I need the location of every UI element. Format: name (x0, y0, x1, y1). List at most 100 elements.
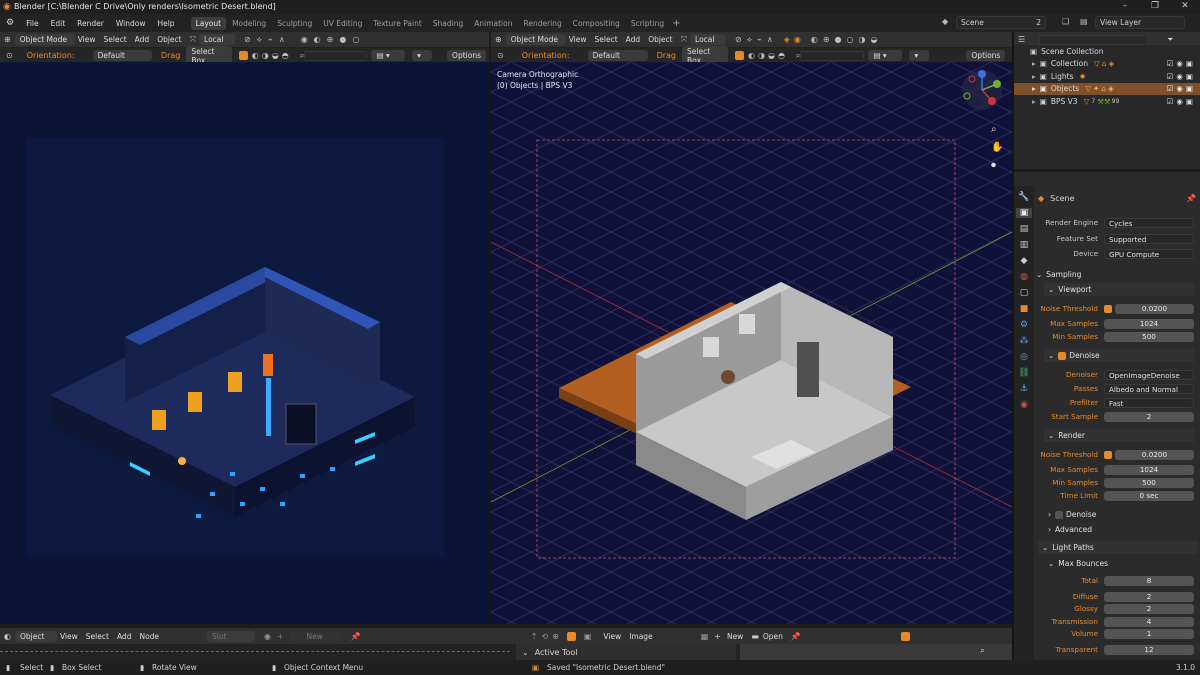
data-tab-icon[interactable]: ⚓ (1020, 384, 1028, 394)
blender-menu-icon[interactable]: ⚙ (6, 18, 14, 28)
collection-tab-icon[interactable]: ▢ (1020, 288, 1029, 298)
outliner-item-objects[interactable]: ▸ ▣ Objects ▽✦⌂◈ ☑◉▣ (1014, 82, 1200, 95)
outliner-item-lights[interactable]: ▸ ▣ Lights ✹ ☑◉▣ (1014, 70, 1200, 83)
tool-tab-icon[interactable]: 🔧 (1018, 192, 1029, 202)
search-field[interactable] (304, 50, 368, 61)
total-field[interactable]: 8 (1104, 575, 1194, 586)
zoom-icon-image[interactable]: ⌕ (980, 646, 985, 656)
render-engine-select[interactable]: Cycles (1104, 217, 1194, 228)
search-field-right[interactable] (800, 50, 865, 61)
output-tab-icon[interactable]: ▤ (1020, 224, 1029, 234)
copy-scene-icon[interactable]: ❏ (1062, 17, 1069, 26)
transform-selector[interactable]: Local (199, 34, 236, 45)
options-button[interactable]: Options (447, 50, 486, 61)
vp-noise-threshold-field[interactable]: 0.0200 (1115, 303, 1194, 314)
denoise-checkbox[interactable] (1058, 351, 1067, 360)
passes-select[interactable]: Albedo and Normal (1104, 383, 1194, 394)
image-browse-icon[interactable]: ▦ (701, 632, 709, 641)
menu-view[interactable]: View (78, 35, 96, 44)
pin-icon-bottom[interactable]: 📌 (351, 632, 361, 641)
menu-file[interactable]: File (20, 19, 45, 28)
pivot-selector[interactable]: ▤ ▾ (371, 50, 406, 61)
transform-selector-right[interactable]: Local (690, 34, 727, 45)
visibility-toggles[interactable]: ☑◉▣ (1167, 72, 1196, 81)
denoiser-select[interactable]: OpenImageDenoise (1104, 369, 1194, 380)
slot-selector[interactable]: Slot (207, 630, 256, 642)
overlay-icon[interactable] (566, 631, 576, 641)
render-tab-icon[interactable]: ▣ (1016, 208, 1032, 218)
panel-sampling[interactable]: ⌄ Sampling (1036, 268, 1196, 281)
select-mode-icon[interactable] (238, 51, 248, 60)
zoom-icon[interactable]: ⌕ (991, 124, 997, 135)
add-workspace-icon[interactable]: + (672, 18, 680, 29)
menu-add[interactable]: Add (135, 35, 150, 44)
panel-light-paths[interactable]: ⌄ Light Paths (1038, 541, 1198, 554)
select-mode-icons-right[interactable]: ◐◑◒◓ (748, 51, 788, 60)
expand-arrow-icon[interactable]: ▸ (1032, 72, 1036, 81)
menu-image[interactable]: Image (629, 632, 653, 641)
visibility-icons-right[interactable]: ◐⊕●○◑◒ (811, 35, 883, 44)
modifier-tab-icon[interactable]: ⚙ (1020, 320, 1028, 330)
tab-shading[interactable]: Shading (428, 17, 468, 30)
menu-help[interactable]: Help (151, 19, 180, 28)
expand-arrow-icon[interactable]: ▸ (1032, 97, 1036, 106)
material-tab-icon[interactable]: ◉ (1020, 400, 1028, 410)
menu-add-bottom[interactable]: Add (117, 632, 132, 641)
mode-selector-right[interactable]: Object Mode (505, 34, 566, 45)
minimize-button[interactable]: – (1110, 1, 1140, 13)
noise-threshold-checkbox[interactable] (1104, 304, 1112, 313)
visibility-toggles[interactable]: ☑◉▣ (1167, 59, 1196, 68)
image-editor-icon[interactable]: ▣ (584, 632, 592, 641)
subpanel-denoise[interactable]: ⌄ Denoise (1044, 349, 1194, 362)
left-viewport-render[interactable] (0, 62, 489, 624)
outliner-editor-icon[interactable]: ☰ (1018, 35, 1025, 44)
menu-edit[interactable]: Edit (45, 19, 72, 28)
menu-select-bottom[interactable]: Select (86, 632, 109, 641)
object-tab-icon[interactable]: ■ (1020, 304, 1029, 314)
subpanel-denoise-render[interactable]: › Denoise (1048, 508, 1194, 521)
options-button-right[interactable]: Options (966, 50, 1006, 61)
time-limit-field[interactable]: 0 sec (1104, 490, 1194, 501)
menu-object-right[interactable]: Object (648, 35, 672, 44)
physics-tab-icon[interactable]: ◎ (1020, 352, 1028, 362)
tab-modeling[interactable]: Modeling (227, 17, 271, 30)
subpanel-viewport[interactable]: ⌄ Viewport (1044, 283, 1194, 296)
r-noise-threshold-checkbox[interactable] (1104, 450, 1112, 459)
scene-tab-icon[interactable]: ◆ (1021, 256, 1028, 266)
close-button[interactable]: ✕ (1170, 1, 1200, 13)
pin-icon[interactable]: 📌 (1186, 194, 1196, 203)
start-sample-field[interactable]: 2 (1104, 411, 1194, 422)
snapping-icons-right[interactable]: ⊘⟡⌁∧ (735, 35, 778, 45)
snap-selector[interactable]: ▾ (412, 50, 433, 61)
filter-icon[interactable]: ⏷ (1167, 35, 1173, 45)
prefilter-select[interactable]: Fast (1104, 397, 1194, 408)
world-tab-icon[interactable]: ◍ (1020, 272, 1028, 282)
visibility-toggles[interactable]: ☑◉▣ (1167, 84, 1196, 93)
snap-icons-bottom[interactable]: ⇡⟲⊕ (531, 632, 563, 641)
subpanel-render[interactable]: ⌄ Render (1044, 429, 1194, 442)
add-image-icon[interactable]: + (714, 632, 721, 641)
active-tool-panel[interactable]: ⌄ Active Tool (516, 644, 736, 660)
gizmo-icons-right[interactable]: ◈◉ (784, 35, 805, 44)
subpanel-max-bounces[interactable]: ⌄ Max Bounces (1044, 557, 1194, 570)
image-overlay-icon[interactable] (900, 631, 910, 641)
new-material-button[interactable]: New (289, 630, 340, 642)
volume-field[interactable]: 1 (1104, 628, 1194, 639)
pan-hand-icon[interactable]: ✋ (991, 142, 1003, 153)
transmission-field[interactable]: 4 (1104, 616, 1194, 627)
constraints-tab-icon[interactable]: ⛓ (1018, 368, 1029, 378)
tab-animation[interactable]: Animation (469, 17, 517, 30)
menu-select-right[interactable]: Select (595, 35, 618, 44)
render-denoise-checkbox[interactable] (1055, 510, 1063, 519)
vp-min-samples-field[interactable]: 500 (1104, 331, 1194, 342)
shader-type-selector[interactable]: Object (14, 630, 57, 642)
subpanel-advanced[interactable]: › Advanced (1048, 523, 1194, 536)
particles-tab-icon[interactable]: ⁂ (1020, 336, 1029, 346)
tab-layout[interactable]: Layout (190, 16, 227, 30)
shader-editor-icon[interactable]: ◐ (4, 632, 11, 641)
vp-max-samples-field[interactable]: 1024 (1104, 318, 1194, 329)
menu-render[interactable]: Render (71, 19, 110, 28)
feature-set-select[interactable]: Supported (1104, 233, 1194, 244)
maximize-button[interactable]: ❐ (1140, 1, 1170, 13)
diffuse-field[interactable]: 2 (1104, 591, 1194, 602)
